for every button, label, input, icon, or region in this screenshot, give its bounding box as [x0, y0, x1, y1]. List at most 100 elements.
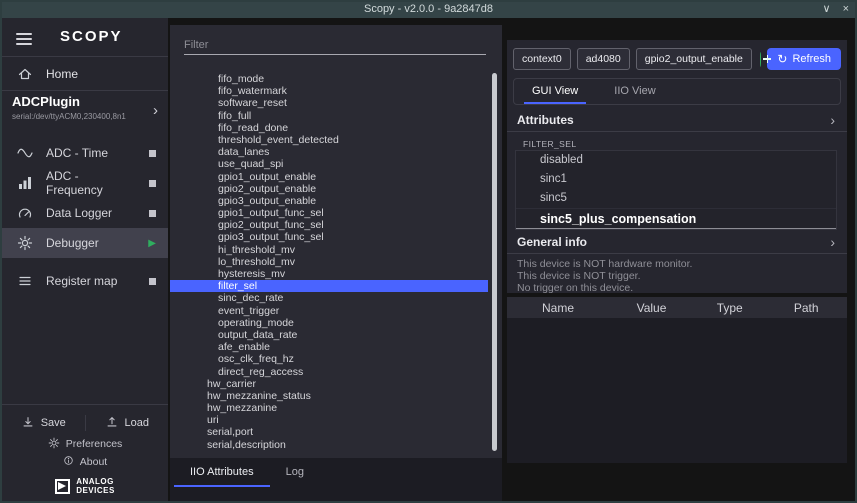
- sidebar-footer: Save Load Preferences About: [2, 404, 168, 495]
- info-line: No trigger on this device.: [517, 282, 837, 294]
- menu-icon[interactable]: [16, 30, 32, 48]
- tree-item[interactable]: hi_threshold_mv: [170, 244, 488, 256]
- plugin-name: ADCPlugin: [12, 94, 168, 109]
- sidebar-item-label: ADC - Time: [46, 146, 137, 160]
- tab-iio-attributes[interactable]: IIO Attributes: [174, 458, 270, 487]
- column-header-path[interactable]: Path: [765, 301, 847, 315]
- load-button[interactable]: Load: [86, 415, 169, 432]
- about-label: About: [80, 456, 107, 468]
- tab-iio-view[interactable]: IIO View: [596, 79, 673, 104]
- save-button[interactable]: Save: [2, 415, 85, 432]
- tree-item[interactable]: fifo_watermark: [170, 85, 488, 97]
- play-icon[interactable]: ▶: [148, 238, 156, 249]
- gear-icon: [16, 235, 34, 251]
- divider: [2, 404, 168, 405]
- breadcrumb-context[interactable]: context0: [513, 48, 571, 70]
- sidebar: SCOPY Home ADCPlugin serial:/dev/ttyACM0…: [2, 18, 168, 501]
- titlebar: Scopy - v2.0.0 - 9a2847d8 ∨ ×: [0, 0, 857, 18]
- tree-item[interactable]: gpio2_output_enable: [170, 183, 488, 195]
- dropdown-option[interactable]: sinc1: [516, 170, 836, 189]
- tree-item[interactable]: sinc_dec_rate: [170, 292, 488, 304]
- tree-item[interactable]: gpio3_output_enable: [170, 195, 488, 207]
- sidebar-item-label: ADC - Frequency: [46, 169, 137, 197]
- tree-item[interactable]: osc_clk_freq_hz: [170, 353, 488, 365]
- stop-indicator-icon[interactable]: [149, 210, 156, 217]
- detail-toolbar: context0 ad4080 gpio2_output_enable ↻ Re…: [513, 47, 841, 71]
- tree-item[interactable]: hw_mezzanine_status: [170, 390, 488, 402]
- sidebar-item-debugger[interactable]: Debugger ▶: [2, 228, 168, 258]
- sidebar-item-label: Data Logger: [46, 206, 137, 220]
- sidebar-item-adc-frequency[interactable]: ADC - Frequency: [2, 168, 168, 198]
- tab-gui-view[interactable]: GUI View: [514, 79, 596, 104]
- watch-table: Name Value Type Path: [507, 297, 847, 463]
- tree-item[interactable]: gpio2_output_func_sel: [170, 219, 488, 231]
- chevron-right-icon[interactable]: ›: [830, 112, 835, 128]
- general-info-section-header[interactable]: General info ›: [507, 230, 847, 254]
- close-icon[interactable]: ×: [843, 0, 849, 18]
- dropdown-option[interactable]: disabled: [516, 151, 836, 170]
- sidebar-item-label: Home: [46, 67, 78, 81]
- attributes-title: Attributes: [517, 113, 574, 127]
- sidebar-item-data-logger[interactable]: Data Logger: [2, 198, 168, 228]
- tree-item[interactable]: fifo_mode: [170, 73, 488, 85]
- attributes-section-header[interactable]: Attributes ›: [507, 108, 847, 132]
- tree-item[interactable]: operating_mode: [170, 317, 488, 329]
- about-button[interactable]: About: [2, 453, 168, 471]
- dropdown-selected-option[interactable]: sinc5_plus_compensation: [516, 208, 836, 229]
- stop-indicator-icon[interactable]: [149, 180, 156, 187]
- dropdown-option[interactable]: sinc5: [516, 189, 836, 208]
- preferences-button[interactable]: Preferences: [2, 435, 168, 453]
- tree-item[interactable]: uri: [170, 414, 488, 426]
- refresh-button[interactable]: ↻ Refresh: [767, 48, 841, 70]
- sidebar-item-home[interactable]: Home: [2, 60, 168, 88]
- tree-item[interactable]: serial,description: [170, 439, 488, 451]
- chevron-right-icon[interactable]: ›: [153, 102, 158, 119]
- filter-input[interactable]: [184, 37, 486, 55]
- tree-item[interactable]: output_data_rate: [170, 329, 488, 341]
- tree-item[interactable]: data_lanes: [170, 146, 488, 158]
- collapse-icon[interactable]: ∨: [823, 0, 831, 18]
- divider: [2, 56, 168, 57]
- plugin-uri: serial:/dev/ttyACM0,230400,8n1: [12, 112, 168, 121]
- tree-item[interactable]: fifo_read_done: [170, 122, 488, 134]
- tree-item[interactable]: fifo_full: [170, 110, 488, 122]
- tree-item[interactable]: hw_mezzanine: [170, 402, 488, 414]
- tree-item[interactable]: hw_carrier: [170, 378, 488, 390]
- filter-sel-label: FILTER_SEL: [523, 139, 576, 149]
- tree-item-selected[interactable]: filter_sel: [170, 280, 488, 292]
- column-header-name[interactable]: Name: [507, 301, 609, 315]
- sidebar-item-adc-time[interactable]: ADC - Time: [2, 138, 168, 168]
- sidebar-item-register-map[interactable]: Register map: [2, 266, 168, 296]
- adi-triangle-icon: [55, 479, 70, 494]
- info-line: This device is NOT hardware monitor.: [517, 258, 837, 270]
- breadcrumb-device[interactable]: ad4080: [577, 48, 630, 70]
- iio-attribute-browser: fifo_mode fifo_watermark software_reset …: [170, 25, 502, 458]
- tree-item[interactable]: gpio1_output_enable: [170, 171, 488, 183]
- stop-indicator-icon[interactable]: [149, 278, 156, 285]
- tree-item[interactable]: serial,port: [170, 426, 488, 438]
- info-line: This device is NOT trigger.: [517, 270, 837, 282]
- general-info-lines: This device is NOT hardware monitor. Thi…: [517, 258, 837, 294]
- column-header-value[interactable]: Value: [609, 301, 694, 315]
- chevron-right-icon[interactable]: ›: [830, 234, 835, 250]
- info-icon: [63, 455, 74, 469]
- tree-item[interactable]: lo_threshold_mv: [170, 256, 488, 268]
- breadcrumb-attribute[interactable]: gpio2_output_enable: [636, 48, 752, 70]
- column-header-type[interactable]: Type: [694, 301, 765, 315]
- tree-item[interactable]: gpio3_output_func_sel: [170, 231, 488, 243]
- tree-item[interactable]: software_reset: [170, 97, 488, 109]
- tree-item[interactable]: event_trigger: [170, 305, 488, 317]
- tree-item[interactable]: hysteresis_mv: [170, 268, 488, 280]
- tree-item[interactable]: afe_enable: [170, 341, 488, 353]
- filter-sel-dropdown: disabled sinc1 sinc5 sinc5_plus_compensa…: [515, 150, 837, 230]
- tree-item[interactable]: use_quad_spi: [170, 158, 488, 170]
- tree-item[interactable]: direct_reg_access: [170, 366, 488, 378]
- tab-log[interactable]: Log: [270, 458, 320, 487]
- window-controls: ∨ ×: [823, 0, 850, 18]
- tree-item[interactable]: threshold_event_detected: [170, 134, 488, 146]
- add-icon[interactable]: [760, 52, 762, 67]
- plugin-header[interactable]: ADCPlugin serial:/dev/ttyACM0,230400,8n1…: [2, 94, 168, 132]
- stop-indicator-icon[interactable]: [149, 150, 156, 157]
- scrollbar-thumb[interactable]: [492, 73, 497, 451]
- tree-item[interactable]: gpio1_output_func_sel: [170, 207, 488, 219]
